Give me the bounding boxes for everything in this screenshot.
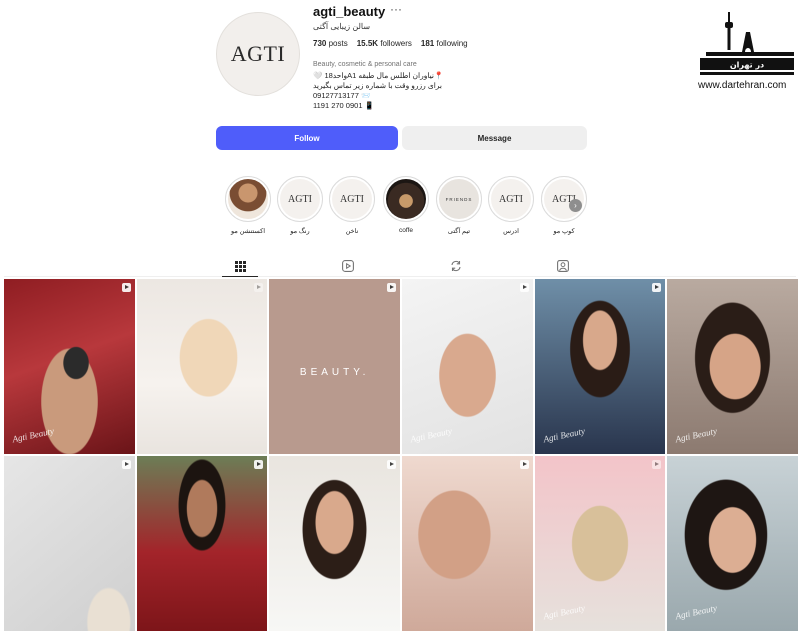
message-button[interactable]: Message	[402, 126, 587, 150]
reels-icon	[342, 260, 354, 272]
post-tile[interactable]: Agti Beauty	[667, 279, 798, 454]
grid-icon	[234, 260, 246, 272]
website-url: www.dartehran.com	[698, 80, 787, 91]
profile-bio: 📍نیاوران اطلس مال طبقه A1واحد18 🤍 برای ر…	[313, 71, 443, 111]
avatar-logo-text: AGTI	[230, 41, 286, 66]
reel-icon	[254, 460, 264, 469]
reel-icon	[519, 283, 529, 292]
post-tile[interactable]	[4, 456, 135, 631]
posts-grid: Agti Beauty BEAUTY. Agti Beauty Agti Bea…	[4, 279, 798, 631]
active-tab-indicator	[222, 276, 258, 277]
reel-icon	[387, 460, 396, 469]
post-tile[interactable]	[402, 456, 533, 631]
post-tile[interactable]: Agti Beauty	[402, 279, 533, 454]
reel-icon	[121, 460, 131, 469]
post-watermark: Agti Beauty	[11, 425, 55, 445]
reel-icon	[387, 283, 396, 292]
highlight-hair-color[interactable]: AGTI رنگ مو	[272, 176, 328, 235]
post-tile[interactable]	[269, 456, 400, 631]
posts-count: 730 posts	[313, 39, 348, 48]
tab-posts-grid[interactable]	[230, 256, 250, 276]
following-count[interactable]: 181 following	[421, 39, 468, 48]
post-caption-text: BEAUTY.	[299, 367, 370, 378]
highlight-haircut[interactable]: AGTI کوپ مو	[536, 176, 592, 235]
repost-icon	[451, 260, 461, 272]
post-watermark: Agti Beauty	[674, 425, 719, 445]
highlight-thumbnail	[386, 179, 426, 219]
highlight-label: ناخن	[345, 228, 359, 235]
highlights-next-arrow-icon[interactable]: ›	[569, 199, 582, 212]
highlight-team[interactable]: FRIENDS تیم آگتی	[431, 176, 487, 235]
bio-line: 📍نیاوران اطلس مال طبقه A1واحد18 🤍	[313, 71, 444, 80]
highlight-label: تیم آگتی	[447, 228, 471, 235]
logo-text: در تهران	[730, 61, 764, 70]
highlight-label: کوپ مو	[553, 228, 575, 235]
profile-username[interactable]: agti_beauty	[313, 4, 385, 19]
post-tile[interactable]: Agti Beauty	[4, 279, 135, 454]
photo-icon	[652, 460, 662, 469]
post-tile[interactable]: BEAUTY.	[269, 279, 400, 454]
followers-count[interactable]: 15.5K followers	[357, 39, 412, 48]
post-watermark: Agti Beauty	[409, 425, 453, 445]
post-tile[interactable]	[136, 279, 268, 454]
tab-tagged[interactable]	[553, 256, 573, 276]
profile-avatar[interactable]: AGTI	[216, 12, 300, 96]
bio-phone[interactable]: 09127713177 📨	[313, 91, 443, 101]
bio-phone[interactable]: 1191 270 0901 📱	[313, 101, 443, 111]
highlight-label: رنگ مو	[290, 228, 310, 235]
highlight-thumbnail: AGTI	[280, 179, 320, 219]
profile-stats: 730 posts 15.5K followers 181 following	[313, 39, 468, 48]
highlight-thumbnail: FRIENDS	[439, 179, 479, 219]
highlight-label: اکستنشن مو	[230, 228, 265, 235]
tagged-user-icon	[557, 260, 569, 272]
highlight-address[interactable]: AGTI ادرس	[483, 176, 539, 235]
reel-icon	[519, 460, 529, 469]
post-tile[interactable]: Agti Beauty	[667, 456, 798, 631]
reel-icon	[121, 283, 131, 292]
post-watermark: Agti Beauty	[542, 602, 586, 622]
highlight-hair-extension[interactable]: اکستنشن مو	[220, 176, 276, 235]
highlight-nails[interactable]: AGTI ناخن	[324, 176, 380, 235]
highlight-thumbnail: AGTI	[491, 179, 531, 219]
highlight-label: coffe	[399, 227, 413, 234]
tabs-divider	[4, 276, 796, 277]
tab-reposts[interactable]	[446, 256, 466, 276]
photo-icon	[254, 283, 264, 292]
dartehran-logo: در تهران	[696, 10, 794, 78]
tab-reels[interactable]	[338, 256, 358, 276]
profile-full-name: سالن زیبایی آگتی	[313, 22, 371, 31]
bio-line: برای رزرو وقت با شماره زیر تماس بگیرید	[313, 81, 443, 90]
profile-category: Beauty, cosmetic & personal care	[313, 61, 417, 68]
highlight-thumbnail: AGTI	[332, 179, 372, 219]
post-watermark: Agti Beauty	[542, 425, 586, 445]
post-watermark: Agti Beauty	[674, 602, 719, 622]
milad-tower-logo-icon: در تهران	[700, 12, 794, 75]
follow-button[interactable]: Follow	[216, 126, 398, 150]
highlight-thumbnail	[228, 179, 268, 219]
post-tile[interactable]	[136, 456, 268, 631]
post-tile[interactable]: Agti Beauty	[534, 456, 666, 631]
more-options-icon[interactable]: ···	[390, 2, 402, 16]
highlight-coffee[interactable]: coffe	[378, 176, 434, 234]
reel-icon	[652, 283, 662, 292]
post-tile[interactable]: Agti Beauty	[534, 279, 666, 454]
highlight-label: ادرس	[503, 228, 519, 235]
